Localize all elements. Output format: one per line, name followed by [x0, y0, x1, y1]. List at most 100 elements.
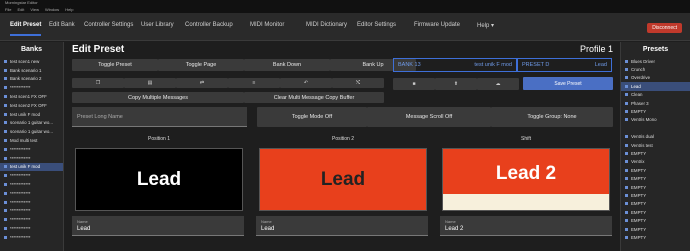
- position-1-display[interactable]: Lead: [75, 148, 243, 211]
- shift-name-value[interactable]: Lead 2: [445, 226, 612, 232]
- position-2-name-value[interactable]: Lead: [261, 226, 428, 232]
- bank-square-icon: [4, 191, 7, 195]
- preset-list-item-label: Lead: [631, 83, 641, 89]
- preset-list-item[interactable]: EMPTY: [621, 166, 690, 174]
- preset-square-icon: [625, 210, 628, 214]
- bank-list-item[interactable]: ************: [0, 154, 63, 163]
- tab-controller-settings[interactable]: Controller Settings: [84, 22, 133, 28]
- position-1-name-field[interactable]: Name Lead: [72, 216, 244, 236]
- shift-display[interactable]: Lead 2: [442, 148, 610, 211]
- position-2-name-label: Name: [261, 219, 272, 224]
- message-scroll-button[interactable]: Message Scroll Off: [367, 107, 491, 127]
- position-2-display[interactable]: Lead: [259, 148, 427, 211]
- bank-list-item[interactable]: ************: [0, 215, 63, 224]
- tab-midi-dictionary[interactable]: MIDI Dictionary: [306, 22, 347, 28]
- shift-name-label: Name: [445, 219, 456, 224]
- preset-list-item[interactable]: EMPTY: [621, 149, 690, 157]
- toggle-page-button[interactable]: Toggle Page: [158, 59, 244, 71]
- preset-list-item[interactable]: Ventris test: [621, 141, 690, 149]
- swap-icon-button[interactable]: ⇄: [176, 78, 228, 88]
- presets-panel: Presets Blues Driver Crunch Overdrive Lead C…: [620, 42, 690, 251]
- bank-down-button[interactable]: Bank Down: [244, 59, 330, 71]
- list-icon-button[interactable]: ≡: [228, 78, 280, 88]
- preset-list-item[interactable]: EMPTY: [621, 174, 690, 182]
- bank-list-item[interactable]: test scen2 FX OFF: [0, 101, 63, 110]
- preset-list-item[interactable]: [621, 124, 690, 132]
- menu-window[interactable]: Window: [45, 6, 59, 13]
- toggle-mode-button[interactable]: Toggle Mode Off: [257, 107, 367, 127]
- tab-edit-bank[interactable]: Edit Bank: [49, 22, 75, 28]
- disconnect-button[interactable]: Disconnect: [647, 23, 682, 33]
- preset-list-item[interactable]: Blues Driver: [621, 57, 690, 65]
- bank-list-item[interactable]: scenario 1 guitar wo...: [0, 127, 63, 136]
- shuffle-icon-button[interactable]: ⤭: [332, 78, 384, 88]
- bank-list-item[interactable]: ************: [0, 198, 63, 207]
- preset-list-item[interactable]: EMPTY: [621, 191, 690, 199]
- bank-list-item[interactable]: ************: [0, 207, 63, 216]
- preset-list-item[interactable]: EMPTY: [621, 107, 690, 115]
- bank-list-item[interactable]: Bank scenario 2: [0, 75, 63, 84]
- bank-list-item[interactable]: test unik F mod: [0, 110, 63, 119]
- undo-icon-button[interactable]: ↶: [280, 78, 332, 88]
- cloud-icon-button[interactable]: ☁: [477, 78, 519, 90]
- bank-list-item[interactable]: ************: [0, 224, 63, 233]
- bank-list-item[interactable]: Bank scenario 1: [0, 66, 63, 75]
- bank-square-icon: [4, 218, 7, 222]
- preset-long-name-input[interactable]: Preset Long Name: [72, 107, 247, 127]
- menu-view[interactable]: View: [30, 6, 39, 13]
- save-preset-button[interactable]: Save Preset: [523, 77, 613, 90]
- tab-edit-preset[interactable]: Edit Preset: [10, 22, 42, 36]
- tab-user-library[interactable]: User Library: [141, 22, 174, 28]
- bank-list-item[interactable]: test scen1 new: [0, 57, 63, 66]
- preset-list-item[interactable]: EMPTY: [621, 208, 690, 216]
- tab-controller-backup[interactable]: Controller Backup: [185, 22, 233, 28]
- menu-edit[interactable]: Edit: [17, 6, 24, 13]
- preset-list-item[interactable]: Overdrive: [621, 74, 690, 82]
- upload-icon-button[interactable]: ⬆: [435, 78, 477, 90]
- position-2-name-field[interactable]: Name Lead: [256, 216, 428, 236]
- bank-list-item[interactable]: ************: [0, 171, 63, 180]
- toggle-group-button[interactable]: Toggle Group: None: [491, 107, 613, 127]
- menu-help[interactable]: Help: [65, 6, 73, 13]
- menu-file[interactable]: File: [5, 6, 11, 13]
- position-2-display-text: Lead: [320, 168, 366, 190]
- preset-list-item[interactable]: EMPTY: [621, 225, 690, 233]
- preset-list-item[interactable]: Clean: [621, 91, 690, 99]
- bank-list-item[interactable]: test scen1 FX OFF: [0, 92, 63, 101]
- bank-list-item-label: ************: [10, 226, 31, 232]
- preset-list-item[interactable]: Ventrix: [621, 158, 690, 166]
- preset-list-item[interactable]: EMPTY: [621, 183, 690, 191]
- position-1-display-text: Lead: [136, 168, 182, 190]
- preset-list-item[interactable]: Ventris Mono: [621, 116, 690, 124]
- copy-icon-button[interactable]: ❐: [72, 78, 124, 88]
- bank-list-item[interactable]: Mod multi test: [0, 136, 63, 145]
- bank-list-item[interactable]: test unik F mod: [0, 162, 63, 172]
- preset-list-item[interactable]: Crunch: [621, 65, 690, 73]
- preset-list-item[interactable]: Ventris dual: [621, 133, 690, 141]
- preset-list-item[interactable]: EMPTY: [621, 200, 690, 208]
- copy-multiple-messages-button[interactable]: Copy Multiple Messages: [72, 92, 244, 103]
- preset-list-item[interactable]: EMPTY: [621, 233, 690, 241]
- paste-icon-button[interactable]: ▤: [124, 78, 176, 88]
- preset-list-item[interactable]: EMPTY: [621, 216, 690, 224]
- position-1-name-value[interactable]: Lead: [77, 226, 244, 232]
- toggle-preset-button[interactable]: Toggle Preset: [72, 59, 158, 71]
- bank-list-item[interactable]: ************: [0, 189, 63, 198]
- preset-list-item-label: Clean: [631, 92, 643, 98]
- bank-list-item[interactable]: ************: [0, 233, 63, 242]
- bank-list-item[interactable]: ************: [0, 180, 63, 189]
- preset-list-item[interactable]: Phaser 3: [621, 99, 690, 107]
- bank-list-item[interactable]: ************: [0, 145, 63, 154]
- tab-midi-monitor[interactable]: MIDI Monitor: [250, 22, 284, 28]
- bank-list-item-label: ************: [10, 217, 31, 223]
- bank-list-item[interactable]: ************: [0, 83, 63, 92]
- shift-name-field[interactable]: Name Lead 2: [440, 216, 612, 236]
- preset-list-item[interactable]: Lead: [621, 82, 690, 91]
- tab-firmware-update[interactable]: Firmware Update: [414, 22, 460, 28]
- bank-list-item[interactable]: scenario 1 guitar wo...: [0, 119, 63, 128]
- save-icon-button[interactable]: ■: [393, 78, 435, 90]
- tab-help[interactable]: Help ▾: [477, 22, 494, 29]
- clear-copy-buffer-button[interactable]: Clear Multi Message Copy Buffer: [244, 92, 384, 103]
- preset-square-icon: [625, 101, 628, 105]
- tab-editor-settings[interactable]: Editor Settings: [357, 22, 396, 28]
